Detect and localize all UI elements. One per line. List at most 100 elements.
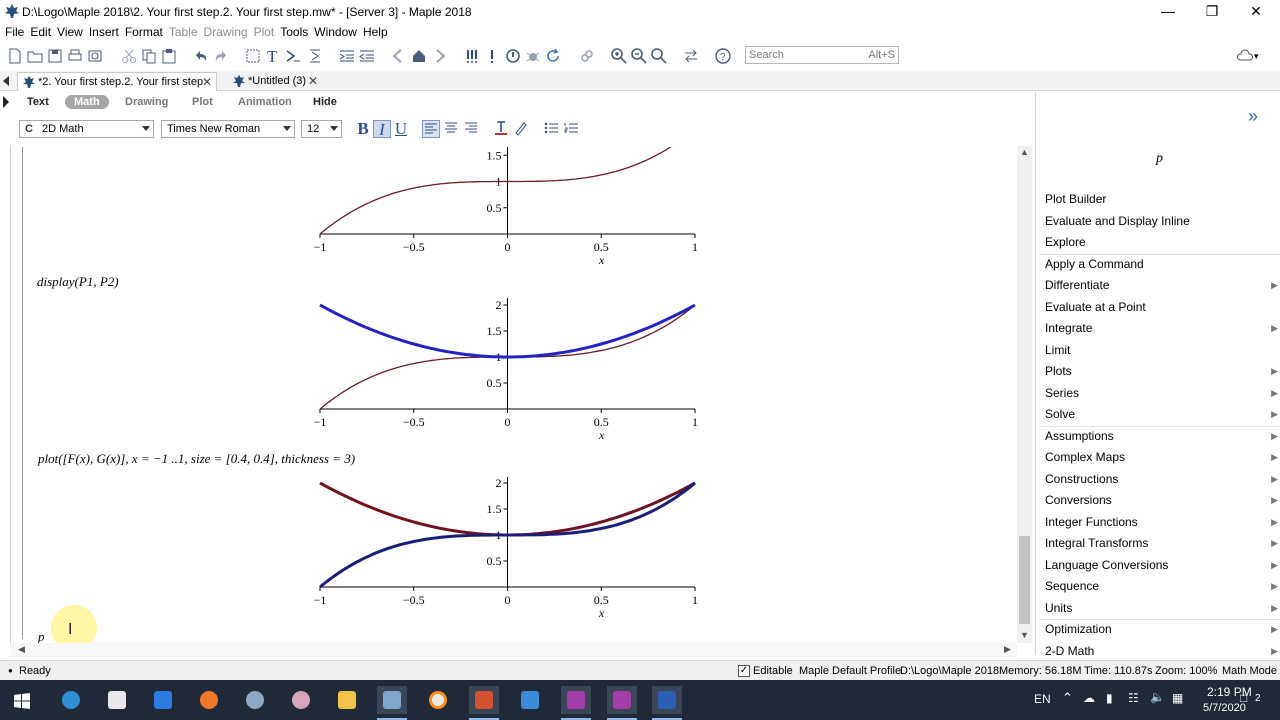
close-tab-icon[interactable]: ✕ [202,73,212,91]
redo-icon[interactable] [212,47,230,65]
expand-palettes-icon[interactable] [3,96,9,108]
font-size-dropdown[interactable]: 12 [301,120,342,138]
battery-icon[interactable]: ▮ [1106,691,1113,705]
execute-worksheet-icon[interactable] [463,47,481,65]
close-button[interactable]: ✕ [1234,0,1278,24]
paste-icon[interactable] [160,47,178,65]
new-document-icon[interactable] [6,47,24,65]
taskbar-app10[interactable] [515,686,545,714]
notifications-icon[interactable]: □ [1240,691,1247,705]
text-color-button[interactable] [492,120,510,138]
highlight-button[interactable] [512,120,530,138]
search-input[interactable]: Search Alt+S [745,46,899,64]
copy-icon[interactable] [140,47,158,65]
mode-math[interactable]: Math [65,95,109,109]
menu-view[interactable]: View [54,23,86,41]
editable-checkbox[interactable]: ✓ [738,665,750,677]
taskbar-edge[interactable] [56,686,86,714]
execute-icon[interactable] [483,47,501,65]
mode-animation[interactable]: Animation [238,95,292,109]
scroll-thumb[interactable] [1019,536,1030,624]
context-item[interactable]: Limit [1045,342,1070,358]
taskbar-word[interactable] [652,686,682,720]
italic-button[interactable]: I [373,120,391,139]
context-item[interactable]: Constructions [1045,471,1118,487]
style-dropdown[interactable]: C 2D Math [19,120,154,138]
taskbar-maple[interactable] [377,686,407,720]
context-item[interactable]: Evaluate at a Point [1045,299,1146,315]
help-icon[interactable]: ? [714,47,732,65]
network-icon[interactable]: ☷ [1128,691,1139,705]
debug-icon[interactable] [524,47,542,65]
insert-section-icon[interactable] [244,47,262,65]
context-item[interactable]: Integer Functions [1045,514,1138,530]
tab-untitled[interactable]: *Untitled (3) ✕ [228,72,322,91]
menu-insert[interactable]: Insert [86,23,122,41]
menu-plot[interactable]: Plot [251,23,278,41]
scroll-left-icon[interactable]: ◀ [18,644,25,655]
taskbar-explorer[interactable] [332,686,362,714]
ime-icon[interactable]: ▦ [1172,691,1183,705]
windows-start-icon[interactable] [14,693,30,709]
vertical-scrollbar[interactable]: ▲ ▼ [1017,146,1032,643]
context-item[interactable]: Differentiate [1045,277,1109,293]
open-folder-icon[interactable] [26,47,44,65]
context-item[interactable]: Optimization [1045,621,1112,637]
taskbar-media[interactable] [423,686,453,714]
context-item[interactable]: Plot Builder [1045,191,1106,207]
context-item[interactable]: Solve [1045,406,1075,422]
taskbar-firefox[interactable] [194,686,224,714]
menu-format[interactable]: Format [122,23,166,41]
minimize-button[interactable]: — [1146,0,1190,24]
tab-first-step[interactable]: *2. Your first step.2. Your first step ✕ [17,72,217,91]
align-center-button[interactable] [442,120,460,138]
menu-window[interactable]: Window [311,23,360,41]
underline-button[interactable]: U [392,120,410,138]
mode-text[interactable]: Text [27,95,49,109]
context-item[interactable]: Language Conversions [1045,557,1168,573]
print-icon[interactable] [66,47,84,65]
menu-edit[interactable]: Edit [27,23,54,41]
cloud-icon[interactable] [1236,47,1254,65]
taskbar-app11[interactable] [561,686,591,720]
menu-drawing[interactable]: Drawing [201,23,251,41]
restore-button[interactable]: ❐ [1190,0,1234,24]
scroll-up-icon[interactable]: ▲ [1020,147,1029,157]
numbered-list-button[interactable] [562,120,580,138]
context-item[interactable]: Plots [1045,363,1072,379]
print-preview-icon[interactable] [86,47,104,65]
worksheet-area[interactable]: −1 −0.5 0 0.5 1 x 0.5 1 1.5 −1 −0.5 0 0.5 1 x 0.5 1 1.5 2−… [10,145,1032,645]
context-item[interactable]: Assumptions [1045,428,1114,444]
menu-tools[interactable]: Tools [277,23,311,41]
scroll-right-icon[interactable]: ▶ [1004,644,1011,655]
zoom-fit-icon[interactable] [650,47,668,65]
indent-icon[interactable] [338,47,356,65]
bullet-list-button[interactable] [542,120,560,138]
context-item[interactable]: Integrate [1045,320,1092,336]
bold-button[interactable]: B [354,120,372,138]
taskbar-paint[interactable] [240,686,270,714]
context-item[interactable]: Sequence [1045,578,1099,594]
context-item[interactable]: Series [1045,385,1079,401]
execution-group-icon[interactable] [306,47,324,65]
context-item[interactable]: Apply a Command [1045,256,1144,272]
mode-hide[interactable]: Hide [313,95,337,109]
command-plot[interactable]: plot([F(x), G(x)], x = −1 ..1, size = [0… [38,451,355,467]
menu-file[interactable]: File [2,23,27,41]
language-indicator[interactable]: EN [1034,692,1051,706]
context-item[interactable]: Conversions [1045,492,1112,508]
taskbar-store[interactable] [102,686,132,714]
context-item[interactable]: Evaluate and Display Inline [1045,213,1190,229]
zoom-out-icon[interactable] [630,47,648,65]
cut-icon[interactable] [120,47,138,65]
home-icon[interactable] [410,47,428,65]
align-left-button[interactable] [422,120,440,138]
onedrive-icon[interactable]: ☁ [1083,691,1095,705]
zoom-in-icon[interactable] [610,47,628,65]
stop-icon[interactable] [504,47,522,65]
show-hidden-icons-icon[interactable]: ⌃ [1062,690,1073,706]
scroll-down-icon[interactable]: ▼ [1020,630,1029,640]
cloud-dropdown-icon[interactable]: ▾ [1254,47,1272,65]
context-item[interactable]: 2-D Math [1045,643,1094,659]
menu-help[interactable]: Help [360,23,391,41]
